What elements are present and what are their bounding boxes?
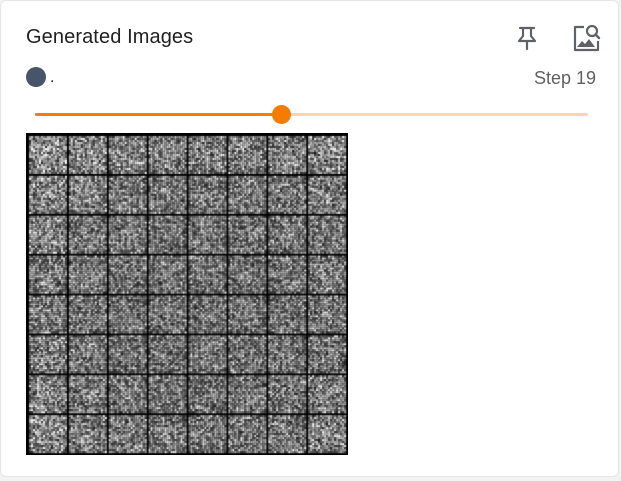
pin-icon (517, 26, 537, 51)
image-search-button[interactable] (569, 21, 603, 55)
slider-thumb[interactable] (272, 105, 292, 124)
pin-button[interactable] (510, 21, 544, 55)
card-title: Generated Images (26, 26, 194, 48)
run-color-dot (26, 67, 46, 87)
step-slider[interactable] (35, 105, 588, 125)
image-card: Generated Images . Step 19 (0, 0, 619, 477)
run-name: . (50, 69, 55, 86)
slider-fill (35, 113, 282, 116)
step-label: Step 19 (533, 68, 596, 88)
generated-image-grid[interactable] (26, 133, 348, 455)
image-search-icon (573, 24, 601, 52)
